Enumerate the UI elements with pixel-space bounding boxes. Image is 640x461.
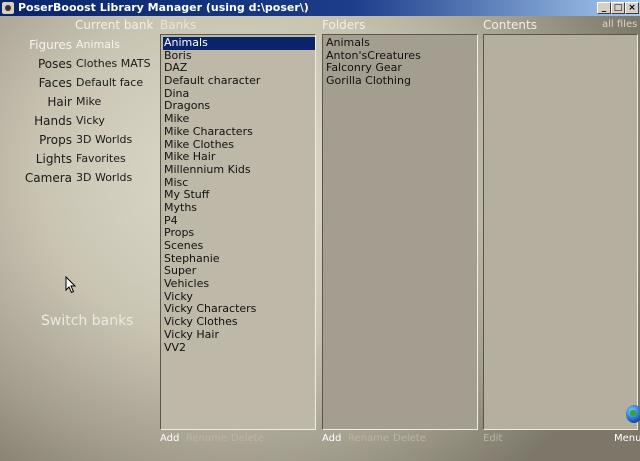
- maximize-button[interactable]: □: [611, 2, 625, 14]
- category-name: Hair: [47, 95, 72, 109]
- category-name: Figures: [29, 38, 72, 52]
- bank-list-item[interactable]: Mike: [163, 112, 315, 126]
- bank-list-item[interactable]: Millennium Kids: [163, 163, 315, 177]
- bank-list-item[interactable]: Default character: [163, 74, 315, 88]
- bank-list-item[interactable]: Animals: [163, 36, 315, 50]
- mouse-cursor-icon: [65, 276, 77, 294]
- category-name: Camera: [24, 171, 72, 185]
- bank-list-item[interactable]: Mike Characters: [163, 125, 315, 139]
- category-name: Props: [39, 133, 72, 147]
- bank-list-item[interactable]: Vicky Hair: [163, 328, 315, 342]
- bank-list-item[interactable]: VV2: [163, 341, 315, 355]
- all-files-toggle[interactable]: all files: [602, 19, 637, 30]
- bank-list-item[interactable]: Vehicles: [163, 277, 315, 291]
- folder-list-item[interactable]: Gorilla Clothing: [325, 74, 477, 88]
- contents-panel[interactable]: [483, 34, 638, 430]
- contents-edit-button[interactable]: Edit: [483, 433, 502, 444]
- globe-icon[interactable]: [626, 405, 640, 423]
- banks-add-button[interactable]: Add: [160, 433, 179, 444]
- title-bar: PoserBooost Library Manager (using d:\po…: [0, 0, 640, 16]
- banks-rename-button[interactable]: Rename: [186, 433, 227, 444]
- category-value: Animals: [76, 38, 120, 51]
- switch-banks-button[interactable]: Switch banks: [41, 313, 133, 329]
- folders-list[interactable]: Animals Anton'sCreatures Falconry Gear Gori…: [323, 35, 477, 88]
- category-value: Vicky: [76, 114, 105, 127]
- banks-header: Banks: [160, 18, 197, 32]
- bank-list-item[interactable]: Mike Hair: [163, 150, 315, 164]
- category-value: Default face: [76, 76, 144, 89]
- window-title: PoserBooost Library Manager (using d:\po…: [18, 1, 309, 14]
- bank-list-item[interactable]: Vicky Clothes: [163, 315, 315, 329]
- bank-list-item[interactable]: Myths: [163, 201, 315, 215]
- bank-list-item[interactable]: Scenes: [163, 239, 315, 253]
- category-value: Clothes MATS: [76, 57, 151, 70]
- category-value: 3D Worlds: [76, 133, 133, 146]
- category-name: Lights: [35, 152, 72, 166]
- banks-list[interactable]: Animals Boris DAZ Default character Dina Drag…: [161, 35, 315, 354]
- banks-delete-button[interactable]: Delete: [231, 433, 264, 444]
- folder-list-item[interactable]: Animals: [325, 36, 477, 50]
- folders-rename-button[interactable]: Rename: [348, 433, 389, 444]
- app-icon: [2, 2, 14, 14]
- close-button[interactable]: ×: [625, 2, 639, 14]
- category-value: 3D Worlds: [76, 171, 133, 184]
- minimize-button[interactable]: _: [597, 2, 611, 14]
- folders-header: Folders: [322, 18, 366, 32]
- banks-list-panel[interactable]: Animals Boris DAZ Default character Dina Drag…: [160, 34, 316, 430]
- category-name: Poses: [37, 57, 72, 71]
- category-value: Favorites: [76, 152, 126, 165]
- folders-add-button[interactable]: Add: [322, 433, 341, 444]
- contents-header: Contents: [483, 18, 537, 32]
- current-bank-header: Current bank: [75, 18, 154, 32]
- main-area: Current bank Banks Folders Contents all …: [0, 16, 640, 461]
- category-name: Hands: [34, 114, 72, 128]
- category-name: Faces: [38, 76, 72, 90]
- category-value: Mike: [76, 95, 102, 108]
- menu-button[interactable]: Menu: [614, 433, 640, 444]
- folders-delete-button[interactable]: Delete: [393, 433, 426, 444]
- folders-list-panel[interactable]: Animals Anton'sCreatures Falconry Gear Gori…: [322, 34, 478, 430]
